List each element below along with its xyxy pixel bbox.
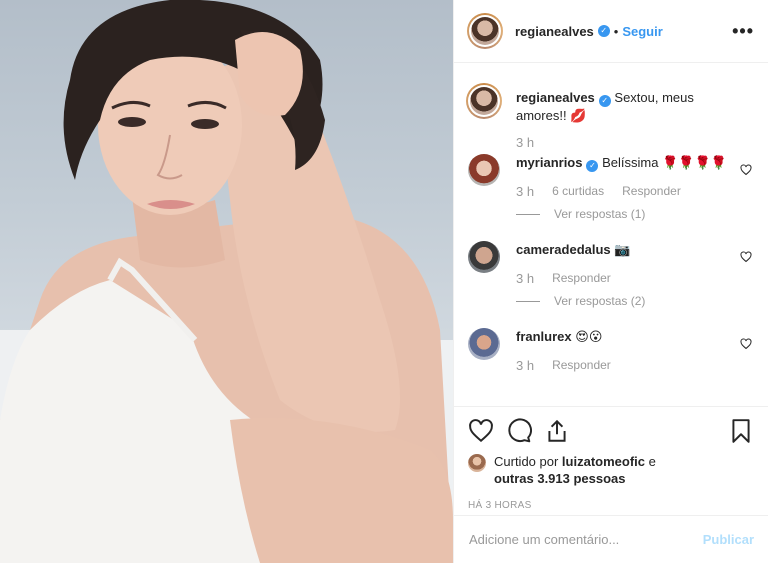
caption-avatar[interactable] (466, 83, 502, 119)
bookmark-icon[interactable] (728, 418, 754, 444)
separator-dot: • (613, 23, 619, 39)
post-actions: Curtido por luizatomeofic e outras 3.913… (454, 406, 768, 511)
verified-icon: ✓ (597, 25, 610, 37)
comment-heart-icon[interactable] (740, 251, 752, 263)
comment-text: Belíssima 🌹🌹🌹🌹 (602, 155, 727, 170)
caption-item: regianealves ✓ Sextou, meus amores!! 💋 3 … (466, 83, 752, 150)
comment-text: 📷 (614, 242, 631, 257)
commenter-username[interactable]: franlurex (516, 329, 572, 344)
post-sidebar: regianealves ✓ • Seguir ••• regianealves… (453, 0, 768, 563)
view-replies[interactable]: Ver respostas (1) (516, 207, 752, 221)
caption-username[interactable]: regianealves (516, 90, 595, 105)
liker-username[interactable]: luizatomeofic (562, 454, 645, 469)
likes-count[interactable]: outras 3.913 pessoas (494, 471, 626, 486)
reply-button[interactable]: Responder (552, 358, 611, 373)
comment-item: franlurex 😍😮 3 h Responder (468, 328, 752, 373)
reply-button[interactable]: Responder (552, 271, 611, 286)
view-replies[interactable]: Ver respostas (2) (516, 294, 752, 308)
comment-input[interactable] (469, 532, 703, 547)
comment-likes[interactable]: 6 curtidas (552, 184, 604, 199)
verified-icon: ✓ (598, 95, 611, 107)
likes-prefix: Curtido por (494, 454, 562, 469)
more-options-icon[interactable]: ••• (732, 21, 754, 42)
reply-button[interactable]: Responder (622, 184, 681, 199)
post-header: regianealves ✓ • Seguir ••• (454, 0, 768, 63)
portrait-image (0, 0, 453, 563)
comment-heart-icon[interactable] (740, 338, 752, 350)
commenter-username[interactable]: cameradedalus (516, 242, 611, 257)
caption-time: 3 h (516, 135, 535, 150)
follow-button[interactable]: Seguir (622, 24, 662, 39)
author-username[interactable]: regianealves (515, 24, 594, 39)
comments-list[interactable]: regianealves ✓ Sextou, meus amores!! 💋 3 … (454, 64, 768, 406)
comment-item: myrianrios ✓ Belíssima 🌹🌹🌹🌹 3 h 6 curtida… (468, 154, 752, 221)
commenter-avatar[interactable] (468, 241, 500, 273)
heart-icon[interactable] (468, 418, 494, 444)
likes-mid: e (645, 454, 656, 469)
comment-text: 😍😮 (575, 329, 603, 344)
liker-avatar[interactable] (468, 454, 486, 472)
comment-time: 3 h (516, 271, 535, 286)
comment-time: 3 h (516, 184, 535, 199)
author-avatar[interactable] (467, 13, 503, 49)
comment-form: Publicar (454, 515, 768, 563)
verified-icon: ✓ (586, 160, 599, 172)
likes-summary: Curtido por luizatomeofic e outras 3.913… (468, 453, 754, 487)
comment-item: cameradedalus 📷 3 h Responder Ver respos… (468, 241, 752, 308)
post-photo[interactable] (0, 0, 453, 563)
commenter-avatar[interactable] (468, 328, 500, 360)
post-timestamp[interactable]: HÁ 3 HORAS (468, 500, 754, 511)
comment-icon[interactable] (506, 418, 532, 444)
share-icon[interactable] (544, 418, 570, 444)
comment-heart-icon[interactable] (740, 164, 752, 176)
commenter-username[interactable]: myrianrios (516, 155, 582, 170)
publish-button[interactable]: Publicar (703, 532, 754, 547)
commenter-avatar[interactable] (468, 154, 500, 186)
comment-time: 3 h (516, 358, 535, 373)
